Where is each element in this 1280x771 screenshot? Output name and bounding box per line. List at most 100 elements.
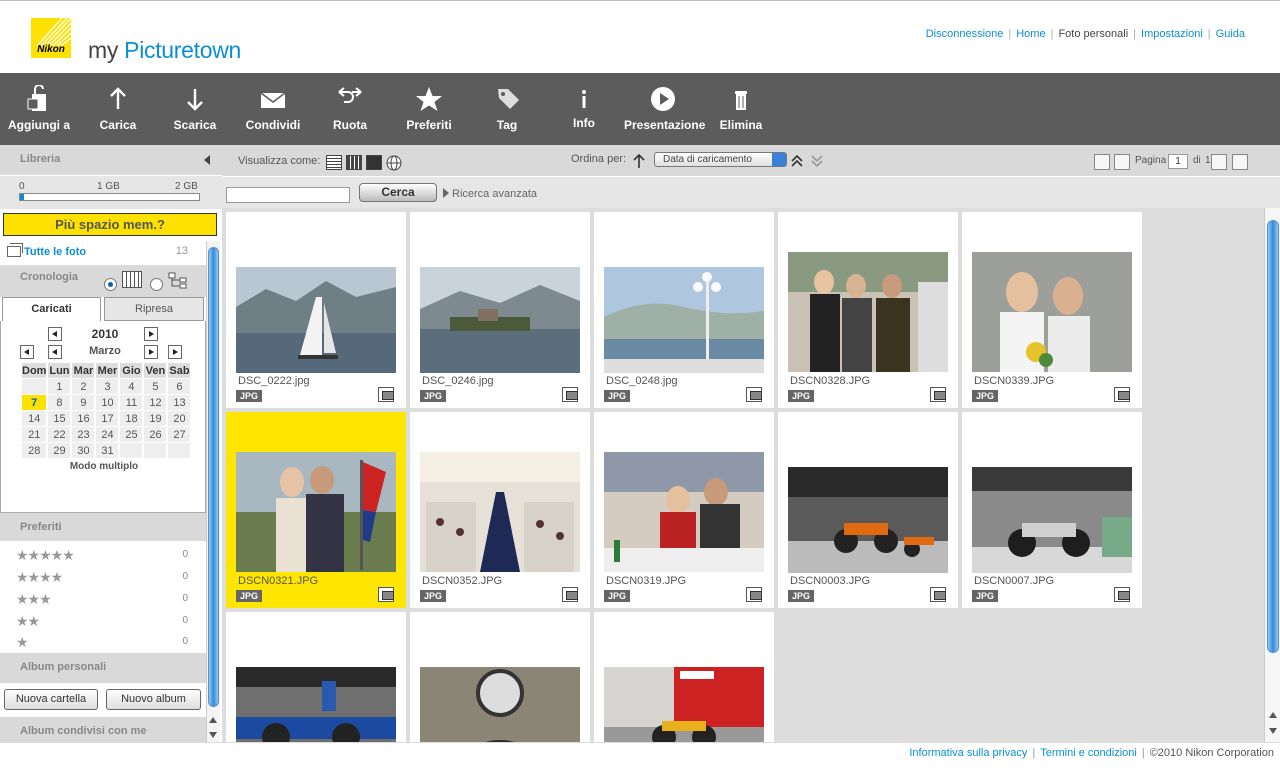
home-link[interactable]: Home [1016,28,1045,40]
copy-photo-icon[interactable] [930,587,946,602]
slideshow-button[interactable]: Presentazione [624,73,705,145]
multi-mode-link[interactable]: Modo multiplo [1,461,207,472]
calendar-day[interactable]: 23 [72,427,95,443]
copy-photo-icon[interactable] [746,387,762,402]
prev-month-button[interactable] [48,345,62,359]
calendar-day[interactable]: 3 [96,379,119,395]
new-album-button[interactable]: Nuovo album [106,689,201,710]
calendar-day[interactable]: 19 [144,411,167,427]
calendar-day[interactable]: 10 [96,395,119,411]
photo-card[interactable]: DSC_0222.jpg JPG [226,212,406,408]
settings-link[interactable]: Impostazioni [1141,28,1203,40]
photo-card[interactable]: DSCN0339.JPG JPG [962,212,1142,408]
calendar-day[interactable]: 8 [48,395,71,411]
terms-link[interactable]: Termini e condizioni [1040,747,1137,759]
rating-2-row[interactable]: ★★ 0 [16,613,206,635]
calendar-view-radio[interactable] [104,278,117,291]
photo-thumbnail[interactable] [604,667,764,742]
logout-link[interactable]: Disconnessione [926,28,1004,40]
calendar-day[interactable]: 17 [96,411,119,427]
photo-card[interactable]: DSC_0248.jpg JPG [594,212,774,408]
copy-photo-icon[interactable] [562,587,578,602]
calendar-day[interactable]: 22 [48,427,71,443]
photo-thumbnail[interactable] [236,667,396,742]
next-month-button[interactable] [144,345,158,359]
collapse-left-icon[interactable] [204,155,210,165]
advanced-search-link[interactable]: Ricerca avanzata [452,188,537,200]
last-month-button[interactable] [168,345,182,359]
photo-card[interactable]: DSC_0246.jpg JPG [410,212,590,408]
more-space-button[interactable]: Più spazio mem.? [3,213,217,236]
sort-select[interactable]: Data di caricamento [654,152,787,167]
tab-uploaded[interactable]: Caricati [2,297,101,321]
scroll-up-icon[interactable] [1269,712,1277,718]
grid-scroll-thumb[interactable] [1267,220,1279,653]
calendar-day[interactable]: 21 [22,427,47,443]
calendar-day[interactable]: 28 [22,443,47,459]
rotate-button[interactable]: Ruota [322,73,378,145]
privacy-link[interactable]: Informativa sulla privacy [909,747,1027,759]
globe-icon[interactable] [386,155,402,171]
calendar-day[interactable]: 15 [48,411,71,427]
next-page-button[interactable] [1211,154,1227,170]
add-to-button[interactable]: Aggiungi a [0,73,78,145]
calendar-day[interactable]: 20 [168,411,191,427]
tab-shot[interactable]: Ripresa [104,297,204,321]
tree-view-radio[interactable] [150,278,163,291]
photo-thumbnail[interactable] [972,467,1132,573]
calendar-day[interactable]: 7 [22,395,47,411]
photo-card[interactable]: DSCN0321.JPG JPG [226,412,406,608]
copy-photo-icon[interactable] [562,387,578,402]
scroll-down-icon[interactable] [209,732,217,738]
photo-thumbnail[interactable] [604,267,764,373]
last-page-button[interactable] [1232,154,1248,170]
photo-card[interactable] [226,612,406,742]
scroll-down-icon[interactable] [1269,728,1277,734]
filmstrip-view-icon[interactable] [366,155,382,170]
photo-thumbnail[interactable] [788,252,948,372]
copy-photo-icon[interactable] [1114,387,1130,402]
calendar-day[interactable]: 11 [120,395,143,411]
photo-thumbnail[interactable] [604,452,764,572]
photo-thumbnail[interactable] [236,452,396,572]
calendar-day[interactable]: 2 [72,379,95,395]
all-photos-item[interactable]: Tutte le foto 13 [0,241,206,263]
calendar-day[interactable]: 24 [96,427,119,443]
calendar-day[interactable]: 1 [48,379,71,395]
calendar-day[interactable]: 5 [144,379,167,395]
copy-photo-icon[interactable] [1114,587,1130,602]
share-button[interactable]: Condividi [240,73,306,145]
left-scrollbar[interactable] [206,241,220,745]
calendar-day[interactable]: 25 [120,427,143,443]
photo-thumbnail[interactable] [420,667,580,742]
nikon-logo[interactable]: Nikon [31,18,71,58]
rating-5-row[interactable]: ★★★★★ 0 [16,547,206,569]
rating-4-row[interactable]: ★★★★ 0 [16,569,206,591]
left-scroll-thumb[interactable] [208,247,219,707]
next-year-button[interactable] [144,327,158,341]
download-button[interactable]: Scarica [167,73,223,145]
photo-card[interactable]: DSCN0352.JPG JPG [410,412,590,608]
calendar-day[interactable]: 29 [48,443,71,459]
copy-photo-icon[interactable] [930,387,946,402]
photo-card[interactable] [594,612,774,742]
photo-card[interactable]: DSCN0328.JPG JPG [778,212,958,408]
calendar-day[interactable]: 6 [168,379,191,395]
first-month-button[interactable] [20,345,34,359]
expand-down-icon[interactable] [810,153,824,169]
new-folder-button[interactable]: Nuova cartella [4,689,98,710]
info-button[interactable]: Info [562,73,606,145]
photo-thumbnail[interactable] [420,267,580,373]
delete-button[interactable]: Elimina [715,73,767,145]
scroll-up-icon[interactable] [209,717,217,723]
first-page-button[interactable] [1094,154,1110,170]
photo-thumbnail[interactable] [420,452,580,572]
calendar-day[interactable]: 9 [72,395,95,411]
photo-thumbnail[interactable] [788,467,948,573]
grid-scrollbar[interactable] [1264,208,1280,742]
upload-button[interactable]: Carica [90,73,146,145]
sort-ascending-icon[interactable] [633,154,645,168]
calendar-day[interactable]: 4 [120,379,143,395]
copy-photo-icon[interactable] [746,587,762,602]
tag-button[interactable]: Tag [482,73,532,145]
